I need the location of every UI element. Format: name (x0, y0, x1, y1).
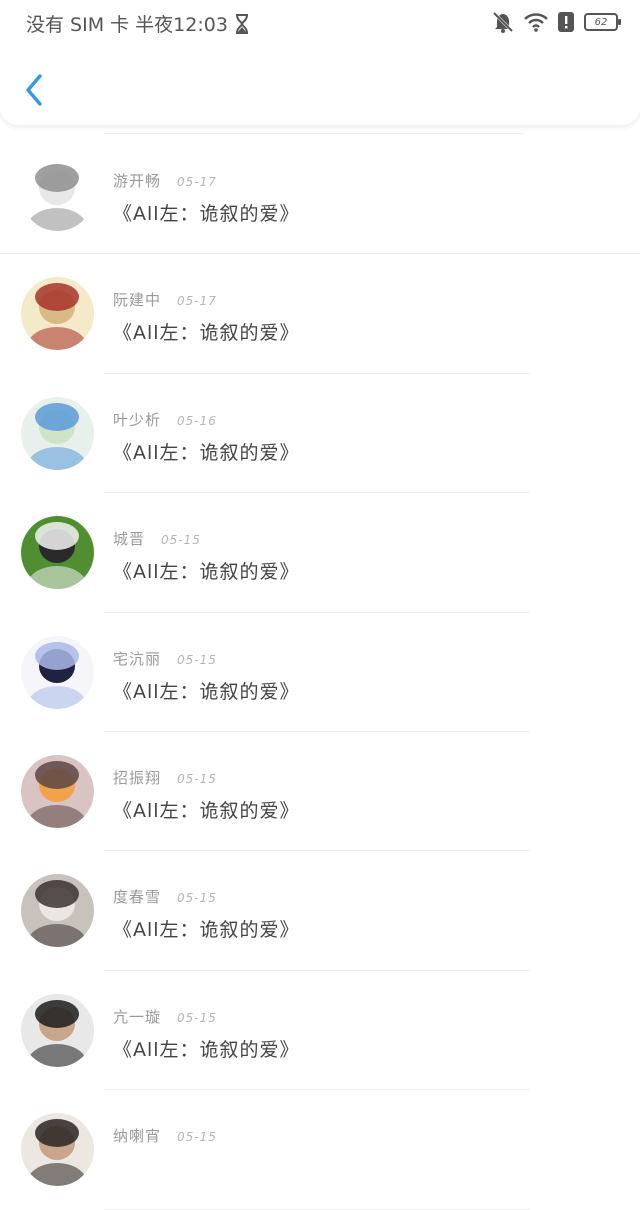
item-date: 05-15 (161, 533, 201, 548)
item-date: 05-15 (177, 1130, 217, 1145)
bell-off-icon (492, 11, 514, 33)
user-name[interactable]: 纳喇宵 (113, 1125, 161, 1146)
hourglass-icon (234, 13, 250, 34)
chevron-left-icon (26, 74, 42, 106)
avatar[interactable] (21, 396, 94, 470)
item-meta: 纳喇宵 05-15 (113, 1125, 217, 1146)
user-name[interactable]: 游开畅 (113, 170, 161, 191)
carrier-time: 没有 SIM 卡 半夜12:03 (26, 14, 228, 36)
list-item[interactable]: 宅沆丽 05-15 《All左：诡叙的爱》 (0, 613, 640, 732)
app-header: 没有 SIM 卡 半夜12:03 62 (0, 0, 640, 125)
user-name[interactable]: 度春雪 (113, 886, 161, 907)
item-meta: 叶少析 05-16 (113, 409, 217, 430)
comment-list: 游开畅 05-17 《All左：诡叙的爱》 阮建中 05-17 《All左：诡叙的爱》 叶少… (0, 135, 640, 1210)
list-item[interactable]: 度春雪 05-15 《All左：诡叙的爱》 (0, 851, 640, 971)
book-title[interactable]: 《All左：诡叙的爱》 (113, 438, 300, 465)
back-button[interactable] (18, 68, 58, 112)
list-item[interactable]: 游开畅 05-17 《All左：诡叙的爱》 (0, 135, 640, 255)
list-item[interactable]: 叶少析 05-16 《All左：诡叙的爱》 (0, 374, 640, 494)
book-title[interactable]: 《All左：诡叙的爱》 (113, 318, 300, 345)
item-meta: 游开畅 05-17 (113, 170, 217, 191)
avatar[interactable] (21, 158, 94, 231)
avatar[interactable] (21, 754, 94, 828)
item-date: 05-15 (177, 1010, 217, 1025)
book-title[interactable]: 《All左：诡叙的爱》 (113, 199, 300, 226)
avatar[interactable] (21, 635, 94, 709)
avatar[interactable] (21, 993, 94, 1067)
row-divider (104, 1208, 530, 1210)
list-item[interactable]: 亢一璇 05-15 《All左：诡叙的爱》 (0, 971, 640, 1091)
list-item[interactable]: 阮建中 05-17 《All左：诡叙的爱》 (0, 254, 640, 374)
battery-icon: 62 (584, 13, 621, 31)
user-name[interactable]: 阮建中 (113, 289, 161, 310)
user-name[interactable]: 城晋 (113, 528, 145, 549)
item-meta: 亢一璇 05-15 (113, 1006, 217, 1027)
user-name[interactable]: 亢一璇 (113, 1006, 161, 1027)
user-name[interactable]: 叶少析 (113, 409, 161, 430)
avatar[interactable] (21, 1113, 94, 1187)
user-name[interactable]: 宅沆丽 (113, 648, 161, 669)
item-meta: 阮建中 05-17 (113, 289, 217, 310)
book-title[interactable]: 《All左：诡叙的爱》 (113, 796, 300, 823)
item-meta: 度春雪 05-15 (113, 886, 217, 907)
book-title[interactable]: 《All左：诡叙的爱》 (113, 1035, 300, 1062)
item-date: 05-15 (177, 771, 217, 786)
avatar[interactable] (21, 277, 94, 351)
item-meta: 宅沆丽 05-15 (113, 648, 217, 669)
wifi-icon (524, 12, 548, 32)
item-meta: 招振翔 05-15 (113, 767, 217, 788)
list-item[interactable]: 招振翔 05-15 《All左：诡叙的爱》 (0, 732, 640, 852)
status-bar: 没有 SIM 卡 半夜12:03 62 (0, 0, 640, 46)
avatar[interactable] (21, 874, 94, 948)
book-title[interactable]: 《All左：诡叙的爱》 (113, 915, 300, 942)
list-top-divider (104, 133, 524, 134)
battery-level: 62 (594, 16, 608, 28)
book-title[interactable]: 《All左：诡叙的爱》 (113, 557, 300, 584)
list-item[interactable]: 纳喇宵 05-15 (0, 1090, 640, 1210)
status-left: 没有 SIM 卡 半夜12:03 (26, 10, 250, 37)
item-date: 05-17 (177, 175, 217, 189)
item-meta: 城晋 05-15 (113, 528, 201, 549)
avatar[interactable] (21, 516, 94, 590)
item-date: 05-16 (177, 413, 217, 428)
item-date: 05-17 (177, 294, 217, 309)
status-right: 62 (492, 10, 621, 34)
item-date: 05-15 (177, 891, 217, 906)
list-item[interactable]: 城晋 05-15 《All左：诡叙的爱》 (0, 493, 640, 613)
book-title[interactable]: 《All左：诡叙的爱》 (113, 677, 300, 704)
alert-icon (558, 12, 574, 32)
user-name[interactable]: 招振翔 (113, 767, 161, 788)
item-date: 05-15 (177, 652, 217, 667)
